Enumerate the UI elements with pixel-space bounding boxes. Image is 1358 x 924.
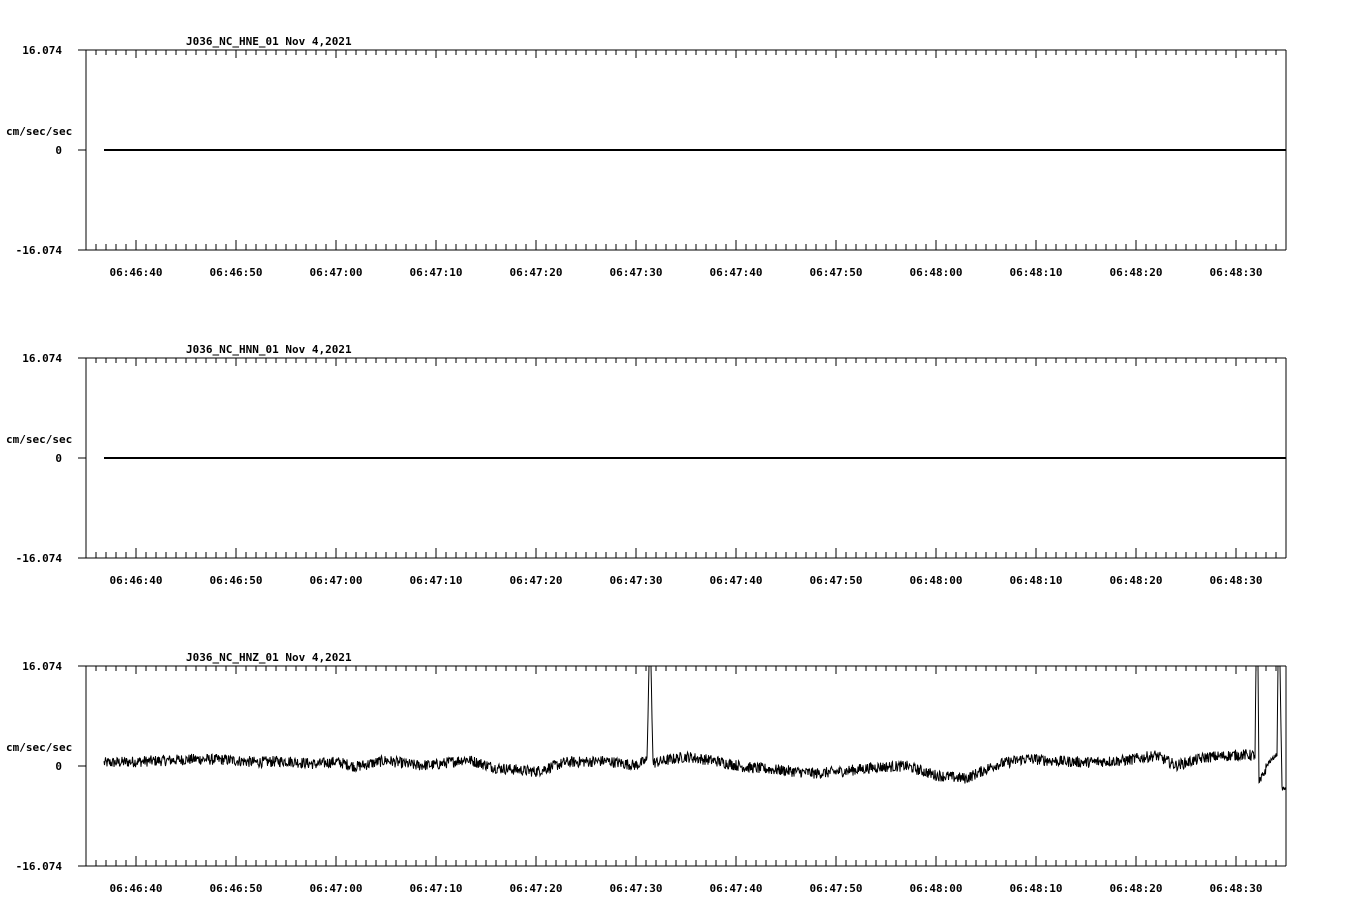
- x-tick-label: 06:47:00: [310, 882, 363, 895]
- x-tick-label: 06:47:20: [510, 574, 563, 587]
- x-tick-label: 06:47:10: [410, 266, 463, 279]
- y-tick-label: 0: [55, 760, 62, 773]
- y-tick-label: -16.074: [16, 860, 63, 873]
- x-tick-label: 06:48:20: [1110, 882, 1163, 895]
- x-tick-label: 06:48:00: [910, 882, 963, 895]
- x-tick-label: 06:48:10: [1010, 882, 1063, 895]
- x-tick-label: 06:47:10: [410, 882, 463, 895]
- x-tick-label: 06:47:50: [810, 574, 863, 587]
- x-tick-label: 06:48:20: [1110, 266, 1163, 279]
- panel-title: J036_NC_HNZ_01 Nov 4,2021: [186, 651, 352, 664]
- x-tick-label: 06:47:00: [310, 574, 363, 587]
- panel-1: J036_NC_HNE_01 Nov 4,2021 16.074 0 -16.074 c…: [6, 35, 1286, 279]
- panel-2: J036_NC_HNN_01 Nov 4,2021 16.074 0 -16.074 c…: [6, 343, 1286, 587]
- x-tick-label: 06:47:30: [610, 574, 663, 587]
- x-tick-label: 06:47:40: [710, 882, 763, 895]
- x-tick-label: 06:46:50: [210, 266, 263, 279]
- y-tick-label: 16.074: [22, 660, 62, 673]
- x-tick-label: 06:47:30: [610, 266, 663, 279]
- x-tick-label: 06:47:40: [710, 574, 763, 587]
- y-tick-label: -16.074: [16, 244, 63, 257]
- y-tick-label: 16.074: [22, 352, 62, 365]
- x-tick-label: 06:47:10: [410, 574, 463, 587]
- y-axis-label: cm/sec/sec: [6, 433, 72, 446]
- x-tick-label: 06:48:00: [910, 574, 963, 587]
- y-tick-label: 0: [55, 144, 62, 157]
- y-tick-label: 16.074: [22, 44, 62, 57]
- panel-title: J036_NC_HNE_01 Nov 4,2021: [186, 35, 352, 48]
- x-tick-label: 06:47:40: [710, 266, 763, 279]
- x-tick-label: 06:48:10: [1010, 266, 1063, 279]
- x-tick-label: 06:47:20: [510, 882, 563, 895]
- x-tick-label: 06:47:50: [810, 266, 863, 279]
- x-tick-label: 06:48:00: [910, 266, 963, 279]
- x-tick-label: 06:48:30: [1210, 574, 1263, 587]
- x-tick-label: 06:47:50: [810, 882, 863, 895]
- panel-3: J036_NC_HNZ_01 Nov 4,2021 16.074 0 -16.074 c…: [6, 651, 1286, 895]
- y-axis-label: cm/sec/sec: [6, 741, 72, 754]
- x-tick-label: 06:48:10: [1010, 574, 1063, 587]
- x-tick-label: 06:48:30: [1210, 266, 1263, 279]
- y-tick-label: 0: [55, 452, 62, 465]
- x-tick-label: 06:48:20: [1110, 574, 1163, 587]
- x-tick-label: 06:46:40: [110, 266, 163, 279]
- x-tick-label: 06:48:30: [1210, 882, 1263, 895]
- x-tick-label: 06:46:50: [210, 882, 263, 895]
- x-tick-label: 06:46:50: [210, 574, 263, 587]
- x-tick-label: 06:46:40: [110, 574, 163, 587]
- x-tick-label: 06:47:20: [510, 266, 563, 279]
- x-tick-label: 06:47:30: [610, 882, 663, 895]
- seismogram-figure: J036_NC_HNE_01 Nov 4,2021 16.074 0 -16.074 c…: [0, 0, 1358, 924]
- y-axis-label: cm/sec/sec: [6, 125, 72, 138]
- panel-title: J036_NC_HNN_01 Nov 4,2021: [186, 343, 352, 356]
- x-tick-label: 06:46:40: [110, 882, 163, 895]
- y-tick-label: -16.074: [16, 552, 63, 565]
- x-tick-label: 06:47:00: [310, 266, 363, 279]
- trace-line: [104, 666, 1286, 790]
